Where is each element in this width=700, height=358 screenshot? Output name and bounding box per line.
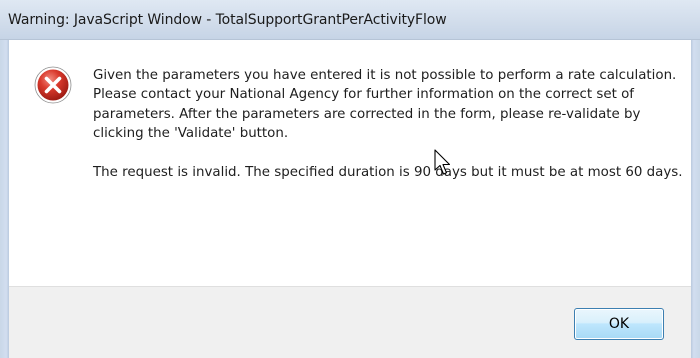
window-title: Warning: JavaScript Window - TotalSuppor…: [8, 12, 447, 28]
dialog-client-area: Given the parameters you have entered it…: [9, 40, 691, 358]
dialog-window: Warning: JavaScript Window - TotalSuppor…: [0, 0, 700, 358]
message-area: Given the parameters you have entered it…: [9, 40, 691, 286]
error-icon: [34, 66, 72, 104]
window-frame-right: [691, 40, 700, 358]
message-text: Given the parameters you have entered it…: [93, 66, 688, 202]
button-bar: OK: [9, 286, 691, 358]
window-frame-left: [0, 40, 9, 358]
title-bar[interactable]: Warning: JavaScript Window - TotalSuppor…: [0, 0, 700, 40]
message-paragraph-2: The request is invalid. The specified du…: [93, 165, 683, 181]
message-paragraph-1: Given the parameters you have entered it…: [93, 68, 677, 142]
ok-button[interactable]: OK: [574, 308, 664, 340]
